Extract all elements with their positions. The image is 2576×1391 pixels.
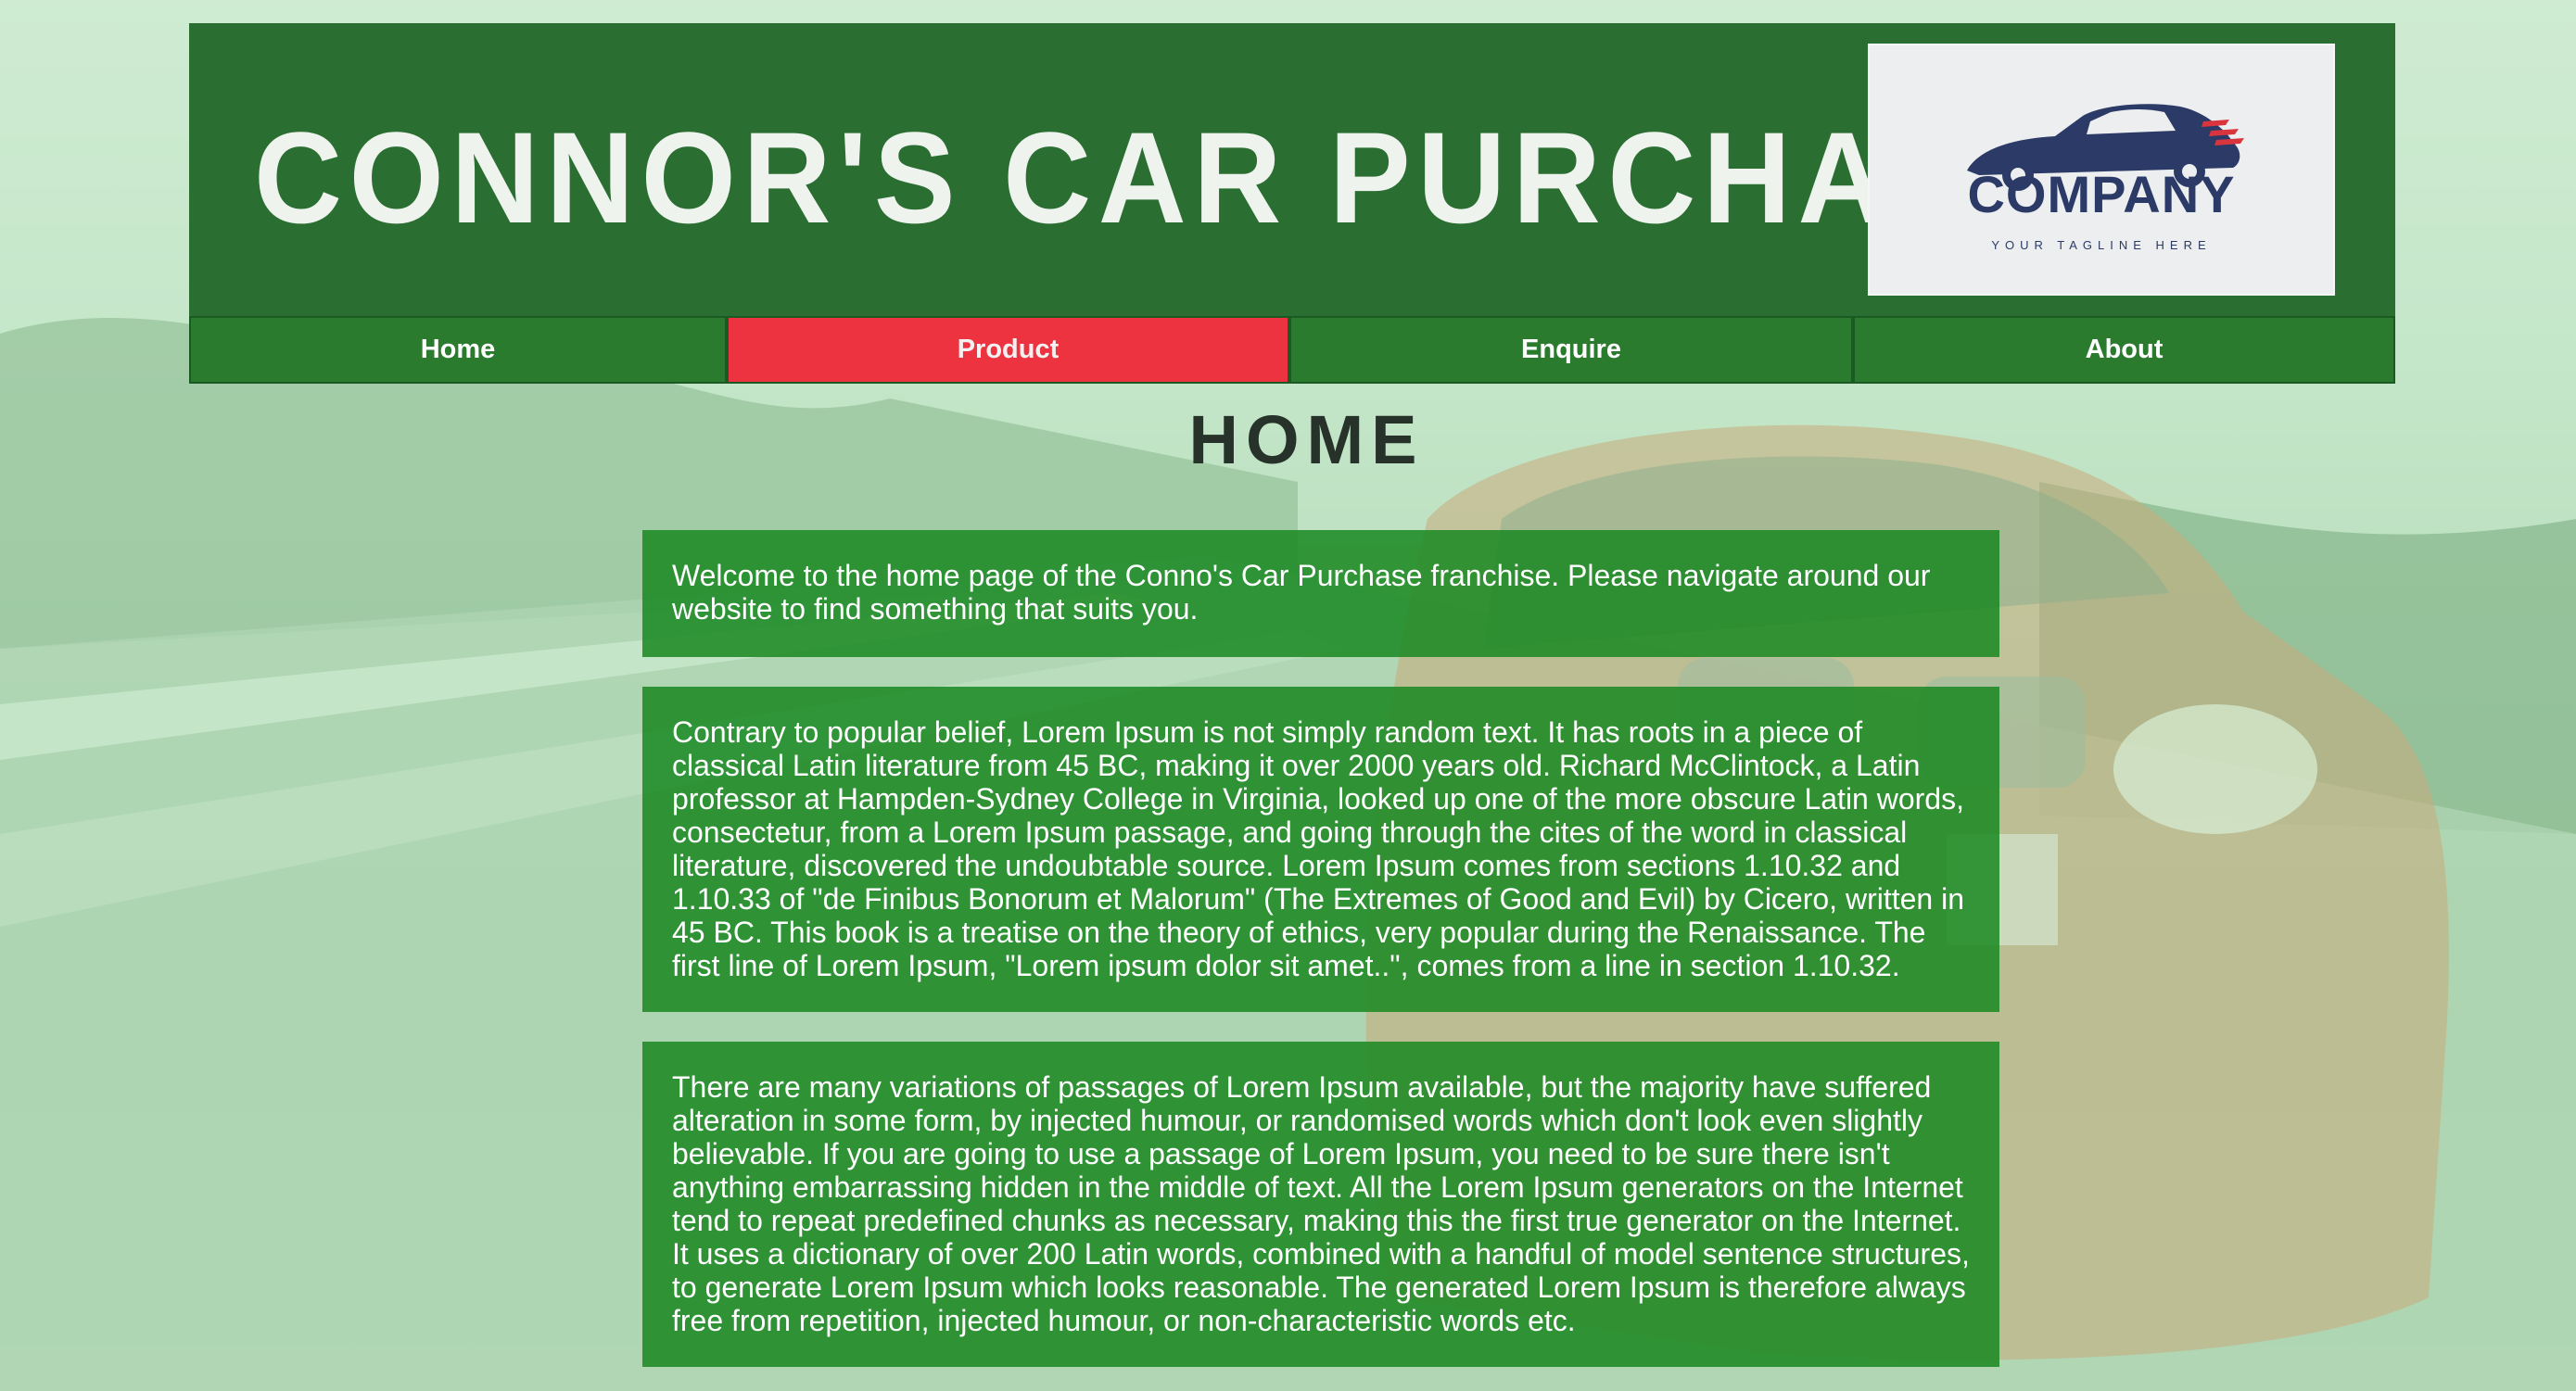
variations-text: There are many variations of passages of… bbox=[672, 1070, 1970, 1337]
nav-item-enquire[interactable]: Enquire bbox=[1289, 316, 1853, 384]
site-title: CONNOR'S CAR PURCHASE bbox=[254, 105, 2070, 250]
nav-item-home[interactable]: Home bbox=[189, 316, 727, 384]
logo-wordmark: COMPANY bbox=[1967, 165, 2236, 223]
nav-item-product[interactable]: Product bbox=[727, 316, 1289, 384]
welcome-text: Welcome to the home page of the Conno's … bbox=[672, 559, 1931, 626]
site-header: CONNOR'S CAR PURCHASE COMPANY YOUR TAGLI… bbox=[189, 23, 2395, 316]
page-heading: HOME bbox=[1188, 401, 1425, 478]
logo-tagline: YOUR TAGLINE HERE bbox=[1991, 238, 2212, 252]
main-nav: Home Product Enquire About bbox=[189, 316, 2395, 384]
history-text: Contrary to popular belief, Lorem Ipsum … bbox=[672, 715, 1964, 982]
content-box-history: Contrary to popular belief, Lorem Ipsum … bbox=[642, 687, 1999, 1012]
content-box-variations: There are many variations of passages of… bbox=[642, 1042, 1999, 1367]
welcome-box: Welcome to the home page of the Conno's … bbox=[642, 530, 1999, 657]
nav-item-about[interactable]: About bbox=[1853, 316, 2395, 384]
company-logo: COMPANY YOUR TAGLINE HERE bbox=[1868, 44, 2335, 296]
